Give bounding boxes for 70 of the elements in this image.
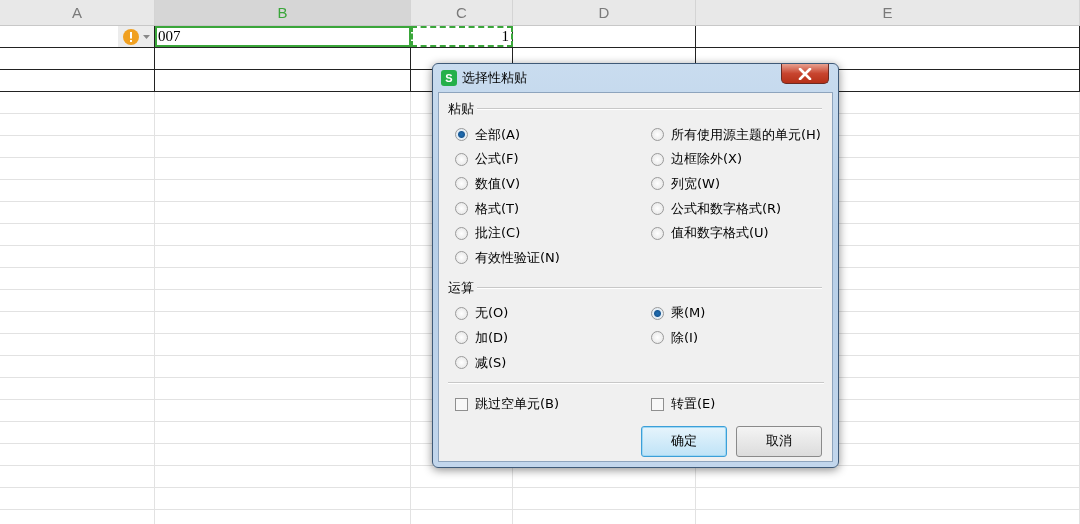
option-label: 乘(M) [671, 304, 706, 323]
radio-option[interactable]: 公式(F) [455, 149, 651, 170]
radio-option[interactable]: 格式(T) [455, 198, 651, 219]
radio-option[interactable]: 列宽(W) [651, 174, 822, 194]
radio-option[interactable]: 加(D) [455, 328, 651, 348]
radio-button[interactable] [455, 331, 468, 345]
option-label: 边框除外(X) [671, 150, 743, 169]
radio-button[interactable] [651, 152, 664, 166]
option-label: 格式(T) [475, 199, 520, 218]
option-label: 除(I) [671, 328, 698, 347]
error-indicator[interactable] [118, 26, 154, 47]
radio-option[interactable]: 减(S) [455, 352, 651, 373]
option-label: 有效性验证(N) [475, 248, 560, 267]
checkbox-option[interactable]: 跳过空单元(B) [455, 394, 651, 414]
radio-button[interactable] [455, 128, 468, 142]
radio-option[interactable]: 乘(M) [651, 303, 822, 324]
radio-option[interactable]: 无(O) [455, 303, 651, 324]
caret-icon [142, 34, 150, 39]
radio-button[interactable] [651, 226, 664, 240]
column-header[interactable]: C [411, 0, 513, 25]
radio-option[interactable]: 数值(V) [455, 174, 651, 194]
close-icon [798, 67, 812, 80]
option-label: 转置(E) [671, 395, 716, 414]
option-label: 公式(F) [475, 150, 519, 169]
checkbox[interactable] [651, 397, 664, 411]
app-icon: S [441, 70, 457, 86]
copied-cell[interactable]: 1 [411, 26, 513, 47]
radio-option[interactable]: 批注(C) [455, 223, 651, 243]
radio-button[interactable] [455, 251, 468, 265]
radio-option[interactable]: 所有使用源主题的单元(H) [651, 125, 822, 145]
radio-option[interactable]: 边框除外(X) [651, 149, 822, 170]
option-label: 值和数字格式(U) [671, 224, 769, 243]
group-title: 粘贴 [448, 100, 474, 118]
checkbox-option[interactable]: 转置(E) [651, 394, 822, 414]
option-label: 列宽(W) [671, 175, 720, 193]
checkbox[interactable] [455, 397, 468, 411]
close-button[interactable] [781, 64, 829, 84]
column-header[interactable]: D [513, 0, 696, 25]
radio-button[interactable] [455, 356, 468, 370]
active-cell[interactable]: 007 [155, 26, 411, 47]
option-label: 跳过空单元(B) [475, 395, 560, 414]
radio-button[interactable] [651, 306, 664, 320]
radio-button[interactable] [651, 177, 664, 191]
column-header[interactable]: E [696, 0, 1080, 25]
radio-option[interactable]: 值和数字格式(U) [651, 223, 822, 243]
radio-button[interactable] [651, 331, 664, 345]
option-label: 批注(C) [475, 224, 521, 243]
radio-button[interactable] [455, 306, 468, 320]
radio-option[interactable]: 有效性验证(N) [455, 247, 651, 268]
cancel-button[interactable]: 取消 [736, 425, 822, 457]
option-label: 减(S) [475, 353, 507, 372]
radio-button[interactable] [455, 202, 468, 216]
radio-button[interactable] [651, 202, 664, 216]
radio-option[interactable]: 除(I) [651, 328, 822, 348]
ok-button[interactable]: 确定 [641, 425, 727, 457]
radio-button[interactable] [455, 152, 468, 166]
option-label: 所有使用源主题的单元(H) [671, 125, 821, 144]
option-label: 加(D) [475, 328, 509, 347]
option-label: 无(O) [475, 304, 509, 323]
radio-option[interactable]: 全部(A) [455, 125, 651, 145]
option-label: 全部(A) [475, 125, 521, 144]
group-title: 运算 [448, 278, 474, 297]
option-label: 公式和数字格式(R) [671, 199, 782, 218]
radio-button[interactable] [455, 226, 468, 240]
window-title: 选择性粘贴 [462, 69, 527, 87]
radio-button[interactable] [455, 177, 468, 191]
warning-icon [122, 28, 139, 45]
radio-option[interactable]: 公式和数字格式(R) [651, 198, 822, 219]
radio-button[interactable] [651, 128, 664, 142]
option-label: 数值(V) [475, 175, 521, 193]
